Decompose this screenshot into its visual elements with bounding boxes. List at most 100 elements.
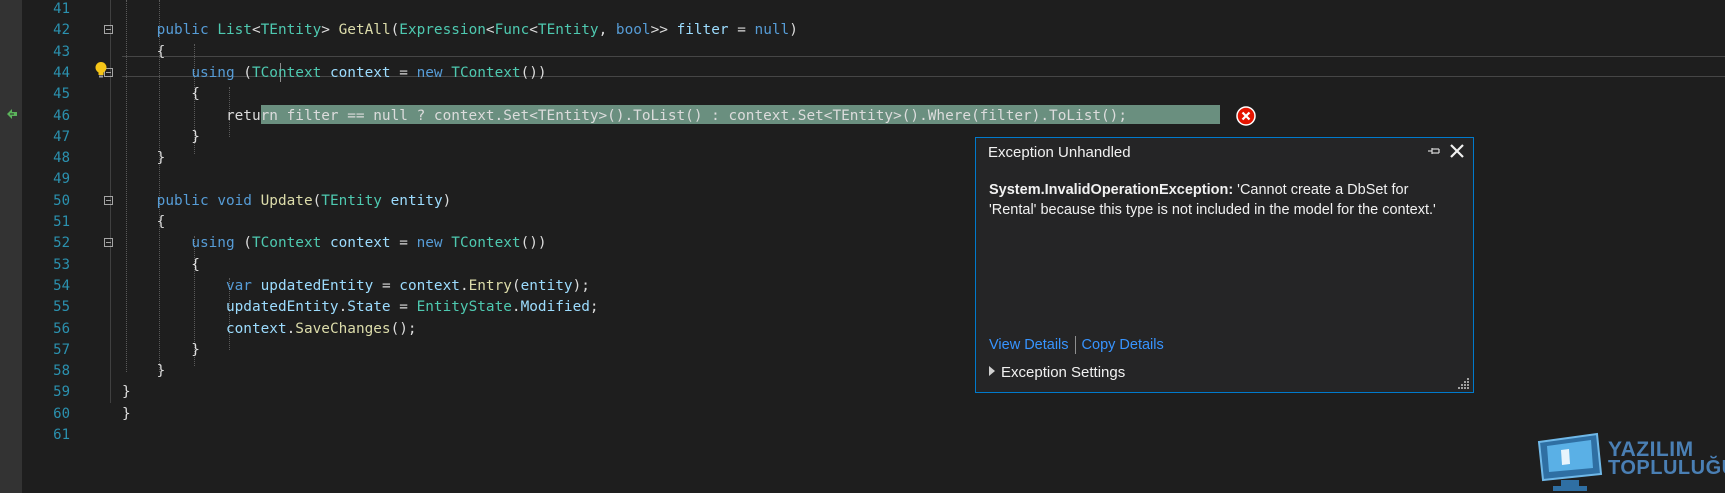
code-text: using (TContext context = new TContext()… [122,63,546,84]
code-token: (); [390,320,417,337]
exception-popup: Exception Unhandled System.InvalidOperat… [975,137,1474,393]
code-token: TContext [451,64,521,81]
code-token: ()) [520,235,547,252]
code-text: { [122,84,200,105]
code-token: ) [789,22,798,39]
code-line[interactable]: 60} [22,404,1725,425]
code-token: } [122,363,166,380]
code-token: var [225,277,252,294]
code-text: context.SaveChanges(); [122,319,417,340]
code-text: { [122,212,166,233]
code-token: TEntity [260,22,322,39]
line-number: 57 [53,341,70,358]
collapse-toggle-icon[interactable] [104,25,113,35]
logo-icon [1537,432,1603,491]
code-token: } [122,405,131,422]
code-token: return filter == null ? context.Set<TEnt… [225,107,1128,124]
code-token: new [416,64,443,81]
code-token: context [329,64,391,81]
code-token: TContext [251,235,322,252]
code-token: context [225,320,287,337]
line-number: 47 [53,128,70,145]
code-token: { [122,86,200,103]
code-token: updatedEntity [260,277,374,294]
close-icon[interactable] [1448,142,1466,160]
collapse-toggle-icon[interactable] [104,195,113,205]
exception-message: System.InvalidOperationException: 'Canno… [989,180,1459,220]
exception-settings-toggle[interactable]: Exception Settings [989,364,1125,381]
code-line[interactable]: 61 [22,425,1725,446]
code-token: using [191,235,235,252]
code-token: TContext [251,64,322,81]
code-text: } [122,127,200,148]
code-token: = [390,64,417,81]
exception-settings-label: Exception Settings [1001,364,1126,381]
code-token: public [156,192,209,209]
exception-type: System.InvalidOperationException: [989,182,1234,198]
collapse-toggle-icon[interactable] [104,238,113,248]
line-number: 43 [53,43,70,60]
code-token: } [122,128,200,145]
code-token: ( [312,192,322,209]
code-text: } [122,382,131,403]
code-token: ); [572,277,590,294]
line-number: 52 [53,235,70,252]
expand-triangle-icon [989,366,995,376]
line-number: 58 [53,363,70,380]
code-token: TEntity [537,22,599,39]
line-number: 51 [53,214,70,230]
code-token: filter [676,22,729,39]
code-token: } [122,384,131,401]
code-token: { [122,43,166,60]
code-token: updatedEntity [225,299,339,316]
code-line[interactable]: 44 using (TContext context = new TContex… [22,63,1725,84]
code-token: context [329,235,391,252]
code-line[interactable]: 41 [22,0,1725,20]
code-token: entity [390,192,443,209]
line-number: 56 [53,320,70,337]
code-token: entity [520,277,573,294]
code-token: = [390,235,417,252]
code-line[interactable]: 42 public List<TEntity> GetAll(Expressio… [22,20,1725,41]
code-text: using (TContext context = new TContext()… [122,233,547,254]
code-token: = [728,22,755,39]
code-token: < [529,22,538,39]
code-token: . [338,299,348,316]
editor-left-margin [0,0,22,493]
back-arrow-icon[interactable] [4,106,20,122]
code-token: = [390,299,417,316]
code-token: ( [390,22,400,39]
code-token: void [217,192,252,209]
line-number: 60 [53,405,70,422]
code-text: updatedEntity.State = EntityState.Modifi… [122,297,599,318]
code-token: { [122,256,200,273]
watermark-line2: TOPLULUĞU [1608,457,1725,479]
view-details-link[interactable]: View Details [989,337,1069,353]
code-token: TEntity [321,192,382,209]
code-token: } [122,341,200,358]
code-line[interactable]: 46 return filter == null ? context.Set<T… [22,106,1725,127]
line-number: 54 [53,277,70,294]
resize-grip-icon[interactable] [1458,377,1470,389]
code-token: context [399,277,460,294]
code-line[interactable]: 45 { [22,84,1725,105]
code-token: List [217,22,252,39]
copy-details-link[interactable]: Copy Details [1082,337,1164,353]
code-line[interactable]: 43 { [22,42,1725,63]
popup-title: Exception Unhandled [988,144,1131,161]
code-text: public List<TEntity> GetAll(Expression<F… [122,20,798,41]
lightbulb-icon[interactable] [94,61,108,79]
code-token: public [156,22,209,39]
pin-icon[interactable] [1426,143,1442,159]
